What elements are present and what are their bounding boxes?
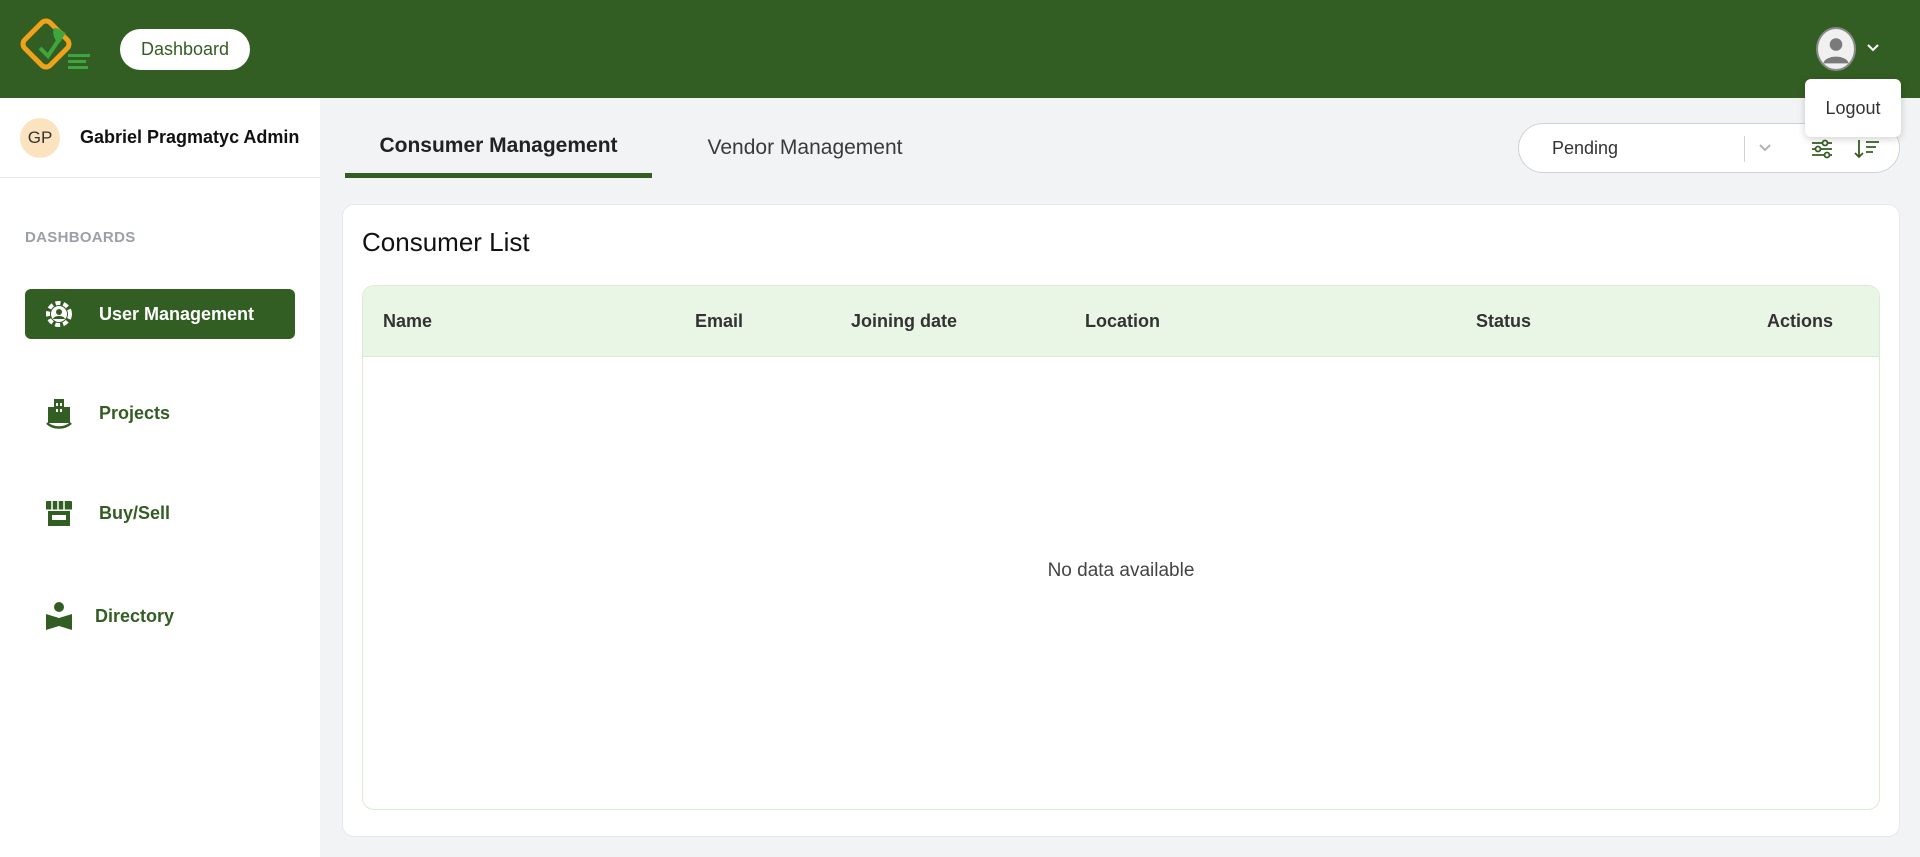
- filter-sliders-icon[interactable]: [1809, 136, 1835, 167]
- status-select[interactable]: Pending: [1520, 125, 1770, 171]
- logout-menu-item[interactable]: Logout: [1805, 79, 1901, 137]
- sidebar-item-label: Projects: [99, 402, 171, 423]
- column-header-actions: Actions: [1767, 311, 1834, 331]
- column-header-name: Name: [383, 311, 433, 331]
- store-icon: [39, 493, 79, 533]
- divider: [1744, 136, 1745, 162]
- table-header: Name Email Joining date Location Status …: [363, 286, 1879, 357]
- projects-building-icon: [39, 393, 79, 433]
- avatar: GP: [20, 117, 60, 158]
- sidebar-item-label: Directory: [95, 605, 175, 626]
- chevron-down-icon[interactable]: [1756, 139, 1774, 162]
- chevron-down-icon[interactable]: [1866, 40, 1880, 58]
- dashboard-button[interactable]: Dashboard: [120, 29, 250, 70]
- section-label-dashboards: DASHBOARDS: [25, 229, 136, 246]
- column-header-status: Status: [1476, 311, 1532, 331]
- sidebar-item-label: Buy/Sell: [99, 502, 171, 523]
- sidebar: GP Gabriel Pragmatyc Admin DASHBOARDS Us…: [0, 98, 320, 857]
- sidebar-item-label: User Management: [99, 303, 255, 324]
- column-header-location: Location: [1085, 311, 1160, 331]
- gear-user-icon: [39, 294, 79, 334]
- column-header-joining-date: Joining date: [851, 311, 958, 331]
- consumer-list-card: Consumer List Name Email Joining date Lo…: [342, 204, 1900, 837]
- tab-consumer-management[interactable]: Consumer Management: [345, 124, 652, 178]
- sidebar-item-projects[interactable]: Projects: [25, 388, 295, 438]
- user-avatar-icon[interactable]: [1816, 27, 1856, 71]
- profile-name: Gabriel Pragmatyc Admin: [80, 127, 300, 147]
- app-logo[interactable]: [18, 18, 98, 80]
- sidebar-item-directory[interactable]: Directory: [25, 591, 295, 641]
- user-menu-toggle[interactable]: [1816, 26, 1880, 72]
- user-profile: GP Gabriel Pragmatyc Admin: [0, 98, 320, 178]
- consumer-table: Name Email Joining date Location Status …: [362, 285, 1880, 810]
- sidebar-item-buy-sell[interactable]: Buy/Sell: [25, 488, 295, 538]
- sidebar-item-user-management[interactable]: User Management: [25, 289, 295, 339]
- tab-vendor-management[interactable]: Vendor Management: [680, 124, 930, 178]
- reader-book-icon: [39, 596, 79, 636]
- page-title: Consumer List: [362, 227, 530, 257]
- sort-icon[interactable]: [1853, 136, 1881, 167]
- empty-state-message: No data available: [1047, 560, 1195, 581]
- top-bar: Dashboard: [0, 0, 1920, 98]
- column-header-email: Email: [695, 311, 744, 331]
